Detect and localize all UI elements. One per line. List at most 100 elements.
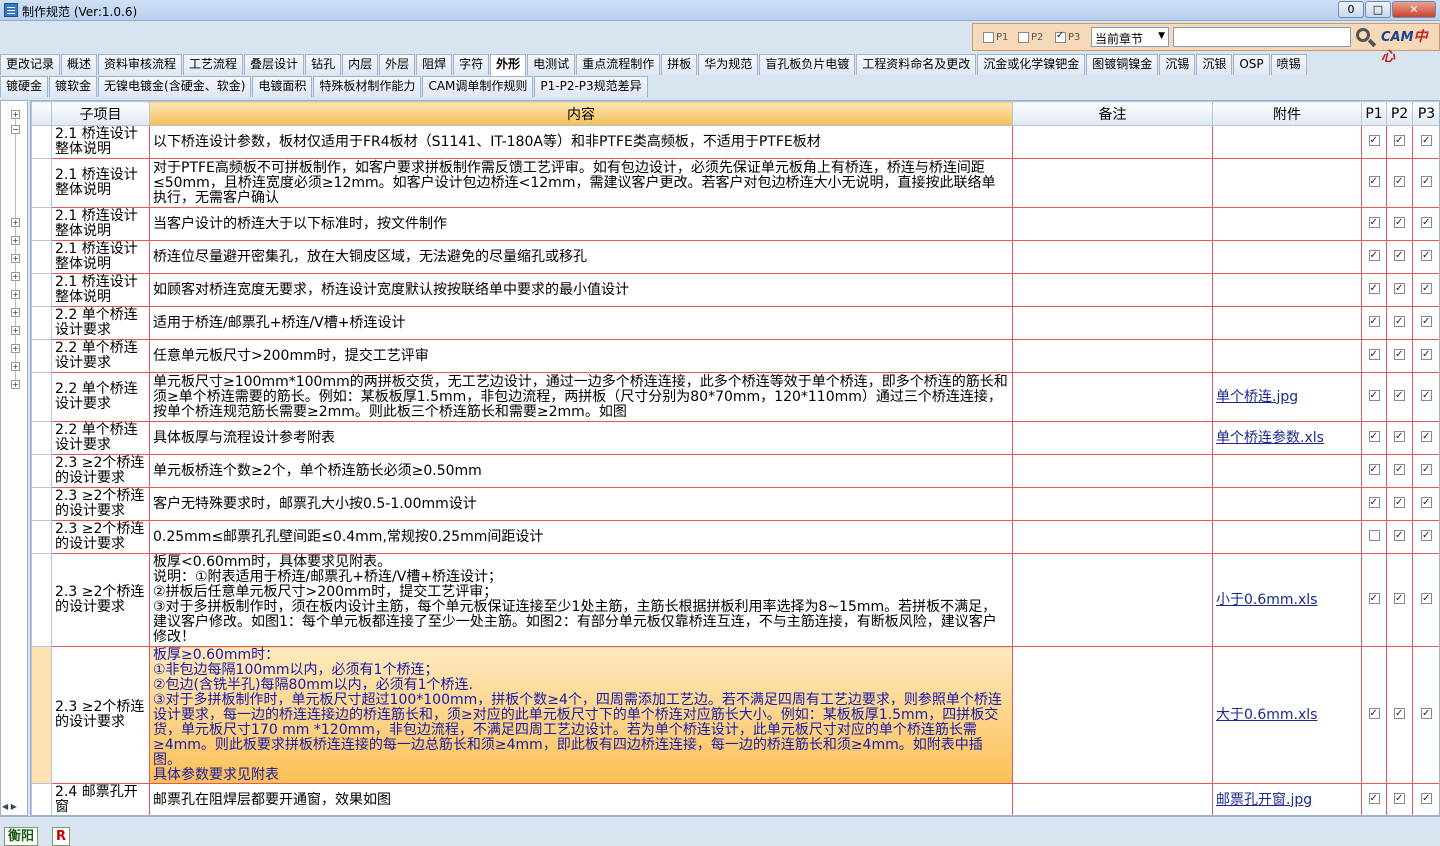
tab-tabs_row1-3[interactable]: 工艺流程 xyxy=(183,54,243,75)
row-header[interactable] xyxy=(32,554,52,647)
table-row[interactable]: 2.1 桥连设计整体说明当客户设计的桥连大于以下标准时，按文件制作 xyxy=(32,208,1440,241)
row-header[interactable] xyxy=(32,373,52,422)
tree-expand-icon[interactable]: + xyxy=(11,326,20,335)
tree-expand-icon[interactable]: + xyxy=(11,344,20,353)
p1-checkbox[interactable] xyxy=(1369,250,1380,261)
search-button[interactable] xyxy=(1352,25,1378,49)
p1-checkbox[interactable] xyxy=(1369,464,1380,475)
tab-tabs_row1-4[interactable]: 叠层设计 xyxy=(244,54,304,75)
tab-tabs_row1-16[interactable]: 工程资料命名及更改 xyxy=(856,54,976,75)
attachment-link[interactable]: 单个桥连.jpg xyxy=(1216,389,1298,405)
p1-checkbox[interactable] xyxy=(1369,135,1380,146)
p2-checkbox[interactable] xyxy=(1394,593,1405,604)
tab-tabs_row1-21[interactable]: OSP xyxy=(1233,54,1269,75)
p1-checkbox[interactable] xyxy=(1369,593,1380,604)
tab-tabs_row1-15[interactable]: 盲孔板负片电镀 xyxy=(759,54,855,75)
row-header[interactable] xyxy=(32,455,52,488)
p2-checkbox[interactable] xyxy=(1394,250,1405,261)
tree-expand-icon[interactable]: + xyxy=(11,236,20,245)
p2-checkbox[interactable] xyxy=(1394,431,1405,442)
col-attach[interactable]: 附件 xyxy=(1213,102,1362,126)
p3-checkbox[interactable] xyxy=(1421,431,1432,442)
table-row[interactable]: 2.2 单个桥连设计要求任意单元板尺寸>200mm时，提交工艺评审 xyxy=(32,340,1440,373)
tree-expand-icon[interactable]: + xyxy=(11,218,20,227)
col-p2[interactable]: P2 xyxy=(1387,102,1413,126)
table-row[interactable]: 2.2 单个桥连设计要求适用于桥连/邮票孔+桥连/V槽+桥连设计 xyxy=(32,307,1440,340)
row-header[interactable] xyxy=(32,521,52,554)
p2-checkbox[interactable] xyxy=(1394,349,1405,360)
table-row[interactable]: 2.3 ≥2个桥连的设计要求板厚<0.60mm时，具体要求见附表。 说明：①附表… xyxy=(32,554,1440,647)
p3-checkbox[interactable] xyxy=(1421,390,1432,401)
table-row[interactable]: 2.1 桥连设计整体说明桥连位尽量避开密集孔，放在大铜皮区域，无法避免的尽量缩孔… xyxy=(32,241,1440,274)
p2-filter[interactable]: P2 xyxy=(1018,32,1043,43)
tab-tabs_row1-13[interactable]: 拼板 xyxy=(661,54,697,75)
p1-checkbox[interactable] xyxy=(1369,497,1380,508)
p2-checkbox[interactable] xyxy=(1394,283,1405,294)
col-p1[interactable]: P1 xyxy=(1362,102,1387,126)
p1-checkbox[interactable] xyxy=(1369,176,1380,187)
row-header[interactable] xyxy=(32,241,52,274)
close-button[interactable]: ✕ xyxy=(1392,1,1436,18)
p3-checkbox[interactable] xyxy=(1421,349,1432,360)
tab-tabs_row1-20[interactable]: 沉银 xyxy=(1196,54,1232,75)
col-remark[interactable]: 备注 xyxy=(1013,102,1213,126)
p3-checkbox[interactable] xyxy=(1421,593,1432,604)
p2-checkbox[interactable] xyxy=(1394,793,1405,804)
row-header[interactable] xyxy=(32,126,52,159)
attachment-link[interactable]: 大于0.6mm.xls xyxy=(1216,707,1317,723)
row-header[interactable] xyxy=(32,274,52,307)
tab-tabs_row1-2[interactable]: 资料审核流程 xyxy=(98,54,182,75)
p1-checkbox[interactable] xyxy=(1369,530,1380,541)
p1-checkbox[interactable] xyxy=(1369,708,1380,719)
p2-checkbox[interactable] xyxy=(1394,135,1405,146)
tab-tabs_row1-0[interactable]: 更改记录 xyxy=(0,54,60,75)
table-row[interactable]: 2.1 桥连设计整体说明如顾客对桥连宽度无要求，桥连设计宽度默认按按联络单中要求… xyxy=(32,274,1440,307)
p3-checkbox[interactable] xyxy=(1421,530,1432,541)
row-header[interactable] xyxy=(32,159,52,208)
p3-checkbox[interactable] xyxy=(1421,316,1432,327)
p3-checkbox[interactable] xyxy=(1421,793,1432,804)
p3-checkbox[interactable] xyxy=(1421,217,1432,228)
p1-checkbox[interactable] xyxy=(1369,217,1380,228)
tab-tabs_row1-9[interactable]: 字符 xyxy=(453,54,489,75)
p3-checkbox[interactable] xyxy=(1421,250,1432,261)
row-header[interactable] xyxy=(32,422,52,455)
row-header[interactable] xyxy=(32,340,52,373)
tab-tabs_row1-14[interactable]: 华为规范 xyxy=(698,54,758,75)
r-button[interactable]: R xyxy=(52,827,70,846)
p1-checkbox[interactable] xyxy=(1369,793,1380,804)
tab-tabs_row1-17[interactable]: 沉金或化学镍钯金 xyxy=(977,54,1085,75)
table-row[interactable]: 2.3 ≥2个桥连的设计要求客户无特殊要求时，邮票孔大小按0.5-1.00mm设… xyxy=(32,488,1440,521)
col-content[interactable]: 内容 xyxy=(150,102,1013,126)
attachment-link[interactable]: 邮票孔开窗.jpg xyxy=(1216,792,1312,808)
table-row[interactable]: 2.2 单个桥连设计要求单元板尺寸≥100mm*100mm的两拼板交货，无工艺边… xyxy=(32,373,1440,422)
tab-tabs_row2-5[interactable]: CAM调单制作规则 xyxy=(422,76,533,97)
tab-tabs_row1-6[interactable]: 内层 xyxy=(342,54,378,75)
tab-tabs_row1-7[interactable]: 外层 xyxy=(379,54,415,75)
p1-filter[interactable]: P1 xyxy=(983,32,1008,43)
p2-filter-checkbox[interactable] xyxy=(1018,32,1029,43)
tree-expand-icon[interactable]: + xyxy=(11,308,20,317)
tab-tabs_row1-12[interactable]: 重点流程制作 xyxy=(576,54,660,75)
tab-tabs_row1-19[interactable]: 沉锡 xyxy=(1159,54,1195,75)
tree-expand-icon[interactable]: + xyxy=(11,380,20,389)
attachment-link[interactable]: 小于0.6mm.xls xyxy=(1216,592,1317,608)
hengyang-button[interactable]: 衡阳 xyxy=(4,827,38,846)
scope-select[interactable]: 当前章节▼ xyxy=(1091,27,1169,47)
tab-tabs_row1-1[interactable]: 概述 xyxy=(61,54,97,75)
tab-tabs_row1-22[interactable]: 喷锡 xyxy=(1271,54,1307,75)
p1-checkbox[interactable] xyxy=(1369,390,1380,401)
attachment-link[interactable]: 单个桥连参数.xls xyxy=(1216,430,1324,446)
tab-tabs_row1-5[interactable]: 钻孔 xyxy=(305,54,341,75)
tree-scroll-arrows[interactable]: ◀ ▶ xyxy=(2,802,26,814)
p3-filter[interactable]: P3 xyxy=(1055,32,1080,43)
row-header[interactable] xyxy=(32,307,52,340)
table-row[interactable]: 2.3 ≥2个桥连的设计要求板厚≥0.60mm时： ①非包边每隔100mm以内，… xyxy=(32,647,1440,784)
tree-expand-icon[interactable]: + xyxy=(11,254,20,263)
tab-tabs_row1-10[interactable]: 外形 xyxy=(490,54,526,76)
minimize-button[interactable]: 0 xyxy=(1338,1,1364,18)
p3-checkbox[interactable] xyxy=(1421,176,1432,187)
p3-checkbox[interactable] xyxy=(1421,283,1432,294)
p2-checkbox[interactable] xyxy=(1394,497,1405,508)
tab-tabs_row1-8[interactable]: 阻焊 xyxy=(416,54,452,75)
